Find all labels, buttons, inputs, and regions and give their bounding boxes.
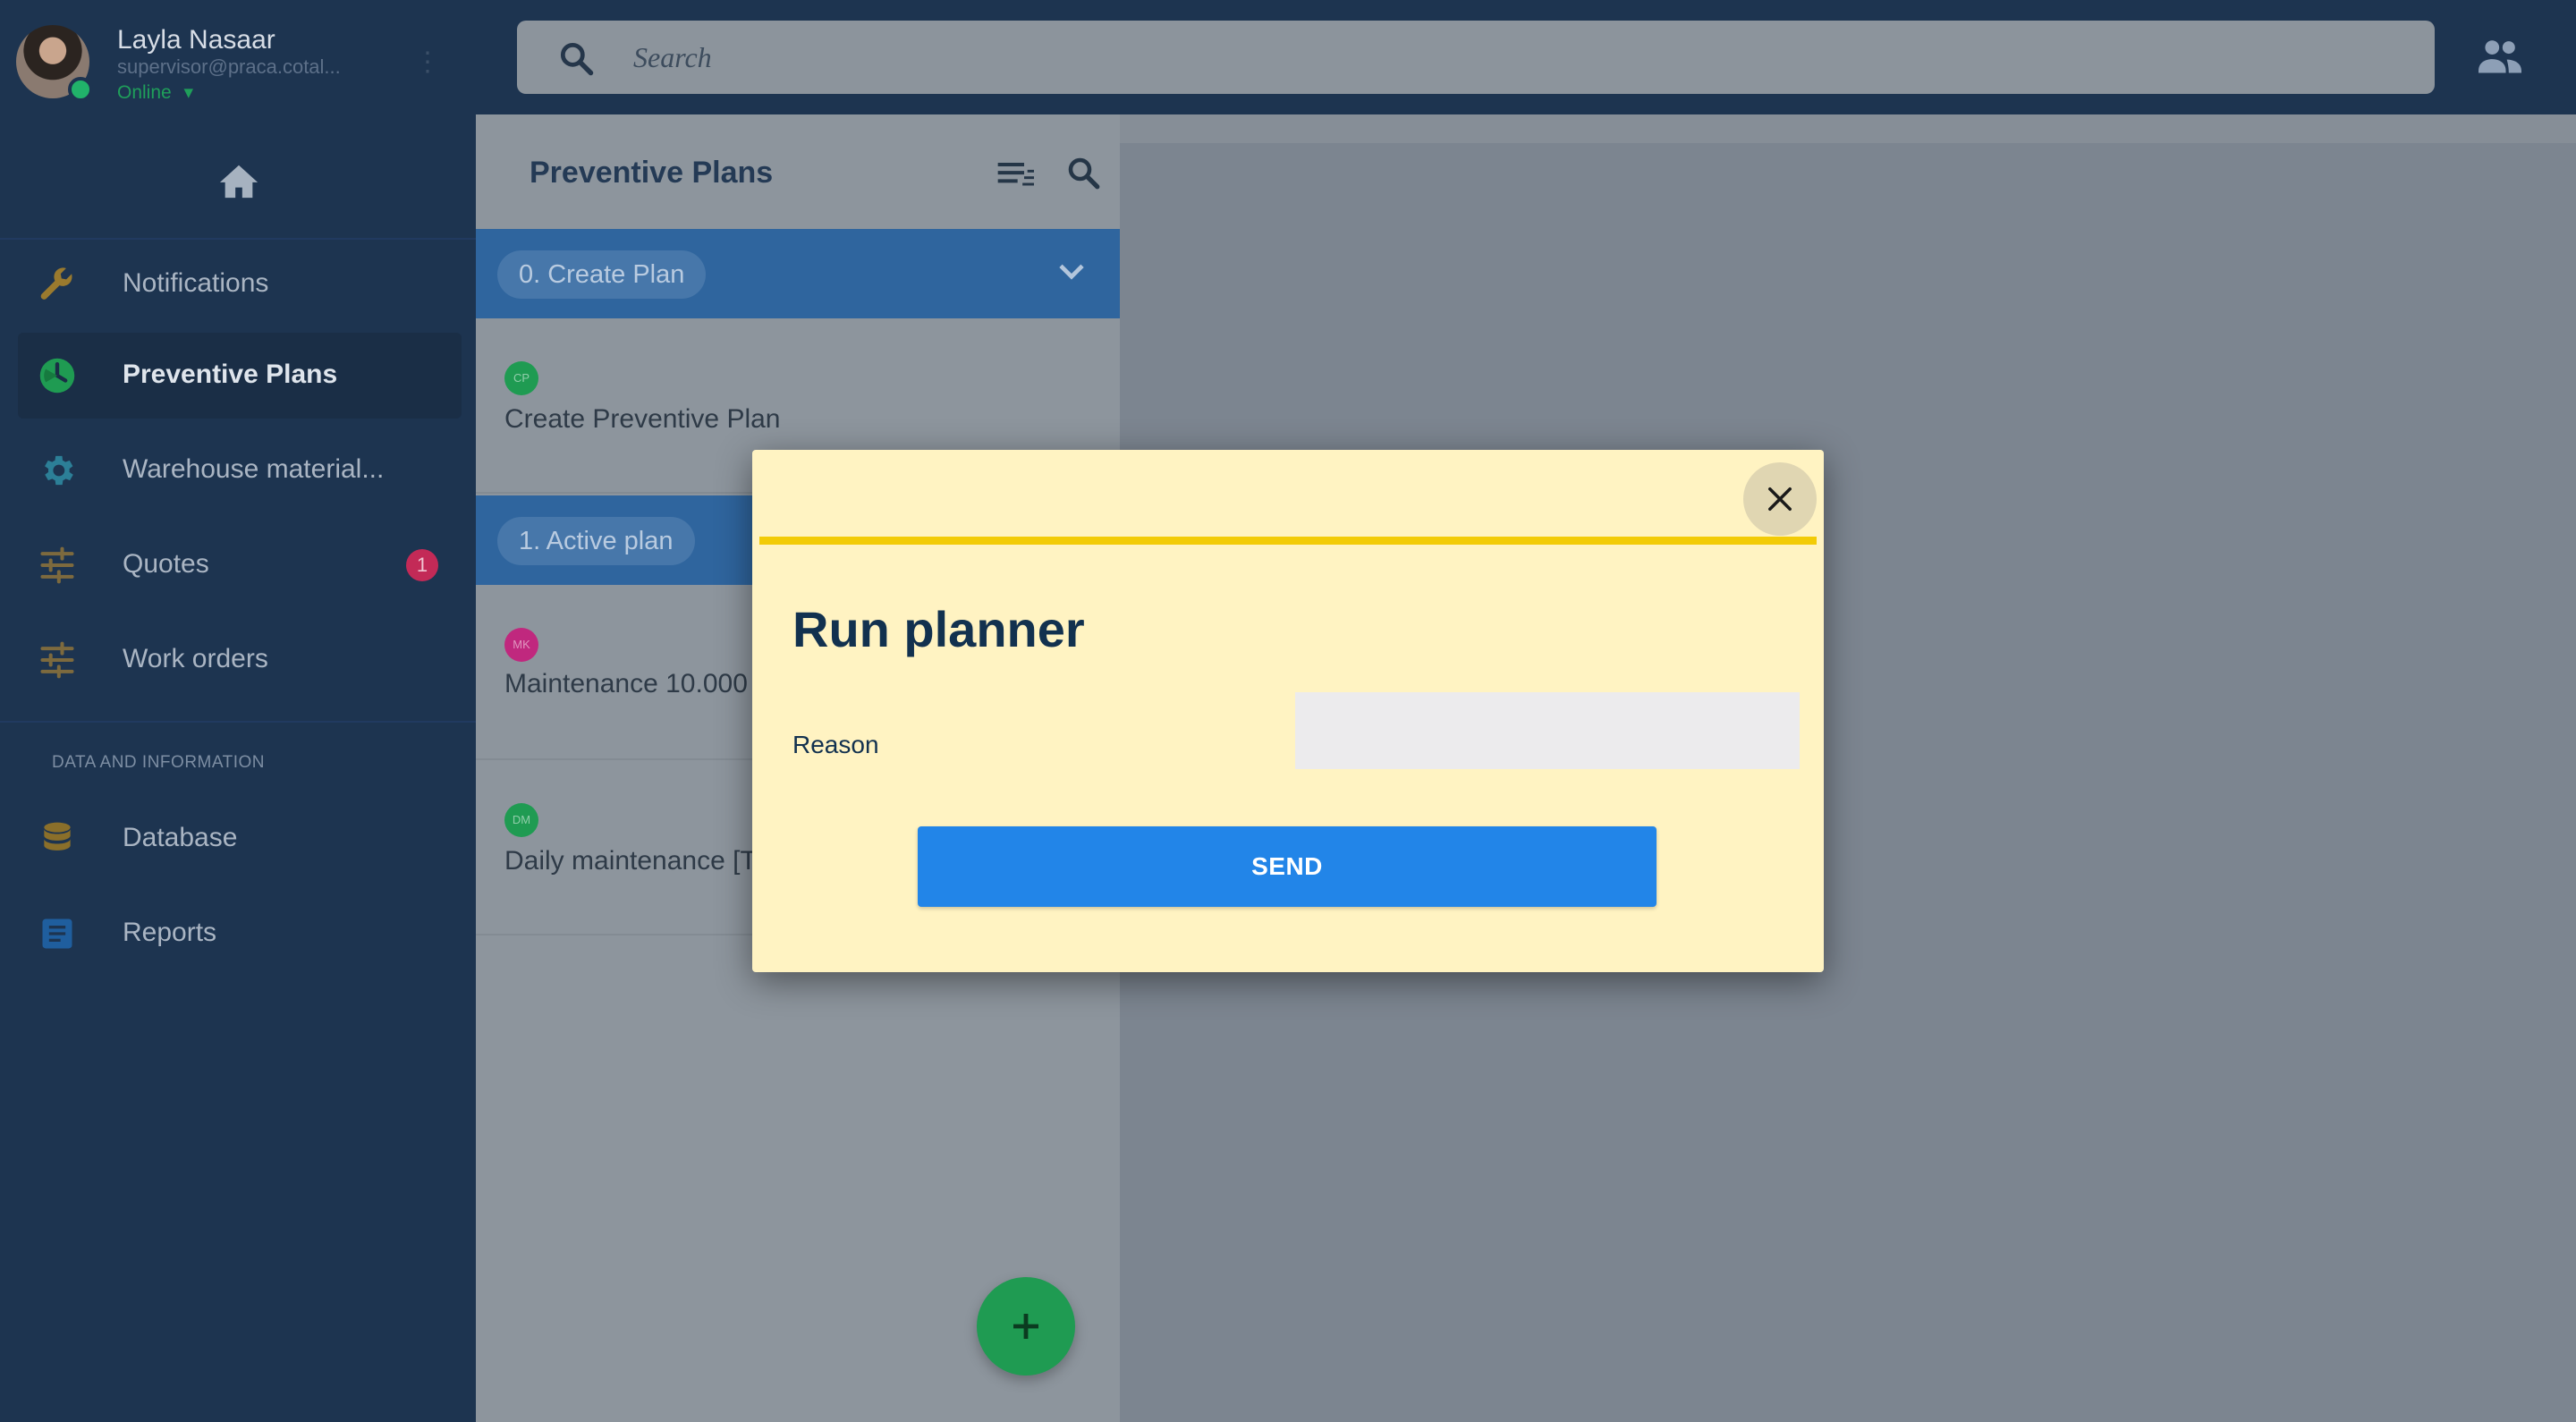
dialog-title: Run planner xyxy=(792,601,1085,657)
top-bar: Layla Nasaar supervisor@praca.cotal... O… xyxy=(0,0,2576,114)
row-avatar: DM xyxy=(504,803,538,837)
user-status[interactable]: Online ▾ xyxy=(117,81,193,104)
sliders-icon xyxy=(40,641,74,679)
row-title: Create Preventive Plan xyxy=(504,404,781,434)
search-input[interactable] xyxy=(633,21,2377,94)
close-icon xyxy=(1768,487,1792,511)
sidebar-item-database[interactable]: Database xyxy=(18,796,462,882)
detail-pane-header xyxy=(1120,114,2576,143)
sidebar-item-preventive-plans[interactable]: Preventive Plans xyxy=(18,333,462,419)
sidebar-item-label: Quotes xyxy=(123,549,209,579)
group-chip: 0. Create Plan xyxy=(497,250,707,299)
row-title: Daily maintenance [T xyxy=(504,846,757,876)
add-plan-button[interactable] xyxy=(977,1277,1075,1375)
online-indicator xyxy=(68,77,93,102)
sidebar-item-label: Warehouse material... xyxy=(123,454,385,484)
divider xyxy=(0,238,476,240)
wrench-icon xyxy=(40,267,72,300)
more-vert-icon[interactable]: ⋮ xyxy=(414,45,441,80)
gear-icon xyxy=(45,455,73,486)
search-icon[interactable] xyxy=(1064,154,1102,191)
sidebar-item-reports[interactable]: Reports xyxy=(18,891,462,977)
header-divider xyxy=(759,537,1817,545)
sidebar-item-label: Work orders xyxy=(123,644,268,673)
user-profile[interactable]: Layla Nasaar supervisor@praca.cotal... O… xyxy=(16,25,463,106)
report-icon xyxy=(42,918,72,949)
reason-label: Reason xyxy=(792,731,879,758)
panel-title: Preventive Plans xyxy=(530,156,774,190)
home-icon[interactable] xyxy=(218,161,259,200)
row-title: Maintenance 10.000 xyxy=(504,669,748,698)
chevron-down-icon: ▾ xyxy=(183,82,194,103)
close-button[interactable] xyxy=(1743,462,1817,536)
send-button[interactable]: SEND xyxy=(918,826,1657,907)
sidebar-item-label: Database xyxy=(123,823,238,852)
database-icon xyxy=(44,822,71,851)
search-icon xyxy=(560,42,594,76)
chevron-down-icon[interactable] xyxy=(1057,261,1086,283)
search-bar xyxy=(517,21,2435,94)
group-header[interactable]: 0. Create Plan xyxy=(476,229,1120,318)
divider xyxy=(0,721,476,723)
plus-icon xyxy=(1013,1314,1038,1339)
sidebar-item-work-orders[interactable]: Work orders xyxy=(18,617,462,703)
sidebar-item-label: Reports xyxy=(123,918,217,947)
sidebar-item-quotes[interactable]: Quotes 1 xyxy=(18,522,462,608)
section-title: DATA AND INFORMATION xyxy=(52,753,266,772)
sidebar-item-label: Notifications xyxy=(123,268,269,298)
sidebar-item-label: Preventive Plans xyxy=(123,360,338,389)
sliders-icon xyxy=(40,546,74,584)
run-planner-dialog: Run planner Reason SEND xyxy=(752,450,1824,972)
row-avatar: MK xyxy=(504,628,538,662)
clock-icon xyxy=(39,358,75,394)
people-icon[interactable] xyxy=(2476,36,2524,79)
reason-input[interactable] xyxy=(1295,692,1800,769)
sidebar-item-warehouse[interactable]: Warehouse material... xyxy=(18,427,462,513)
notification-badge: 1 xyxy=(406,549,438,581)
user-status-label: Online xyxy=(117,82,172,103)
user-name: Layla Nasaar xyxy=(117,25,275,55)
row-avatar: CP xyxy=(504,361,538,395)
sidebar-item-notifications[interactable]: Notifications xyxy=(18,241,462,327)
user-email: supervisor@praca.cotal... xyxy=(117,55,341,78)
list-filter-icon[interactable] xyxy=(995,157,1034,191)
sidebar: Notifications Preventive Plans Warehouse… xyxy=(0,114,476,1422)
group-chip: 1. Active plan xyxy=(497,517,695,565)
